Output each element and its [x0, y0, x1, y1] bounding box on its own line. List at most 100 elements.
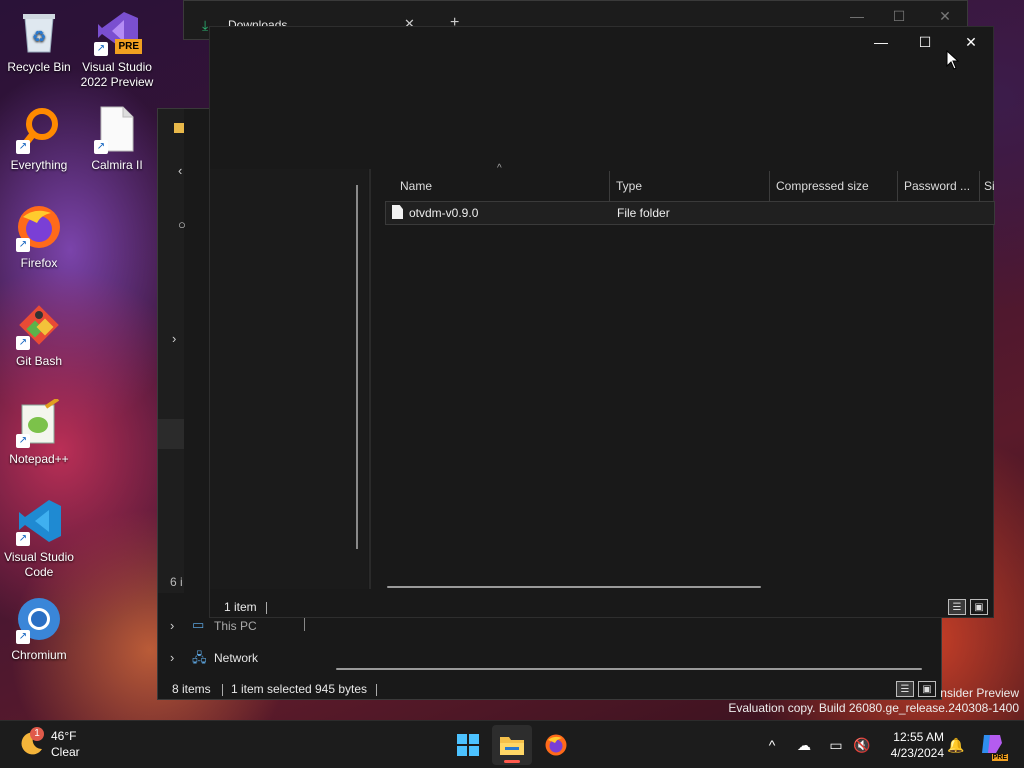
everything-search-icon: ↗ [14, 104, 64, 154]
divider [376, 684, 377, 696]
column-header-compressed-size[interactable]: Compressed size [768, 171, 898, 201]
folder-icon [174, 123, 184, 133]
desktop-icon-git-bash[interactable]: ↗ Git Bash [0, 300, 78, 369]
nav-item-network[interactable]: Network [214, 651, 258, 665]
table-row[interactable]: otvdm-v0.9.0 File folder [385, 201, 995, 225]
desktop-icon-visual-studio-preview[interactable]: PRE ↗ Visual Studio 2022 Preview [78, 6, 156, 90]
desktop-icon-notepad-plus-plus[interactable]: ↗ Notepad++ [0, 398, 78, 467]
show-hidden-icons-chevron-icon[interactable]: ^ [762, 735, 782, 755]
firefox-icon: ↗ [14, 202, 64, 252]
desktop-icon-everything[interactable]: ↗ Everything [0, 104, 78, 173]
nav-item-this-pc[interactable]: This PC [214, 619, 257, 633]
visual-studio-preview-icon: PRE ↗ [92, 6, 142, 56]
expand-chevron-icon[interactable]: › [170, 650, 174, 665]
tiles-view-button[interactable]: ▣ [918, 681, 936, 697]
row-type: File folder [617, 206, 670, 220]
clock-date[interactable]: 4/23/2024 [882, 746, 944, 760]
horizontal-scrollbar[interactable] [387, 586, 761, 588]
tiles-view-button[interactable]: ▣ [970, 599, 988, 615]
column-header-size[interactable]: Si [976, 171, 995, 201]
file-explorer-icon [500, 737, 524, 755]
clock-time[interactable]: 12:55 AM [882, 730, 944, 744]
selected-nav-row [158, 419, 184, 449]
row-name: otvdm-v0.9.0 [409, 206, 479, 220]
weather-badge: 1 [30, 727, 44, 741]
download-icon: ⤓ [202, 17, 209, 33]
status-selected: 1 item selected [231, 682, 312, 696]
network-icon: 🖧 [192, 650, 207, 665]
volume-muted-icon[interactable]: 🔇 [852, 735, 872, 755]
horizontal-scrollbar[interactable] [336, 668, 922, 670]
svg-text:♻: ♻ [32, 29, 46, 46]
sidebar-divider[interactable] [356, 185, 358, 549]
details-view-button[interactable]: ☰ [896, 681, 914, 697]
copilot-button[interactable]: PRE [980, 733, 1008, 761]
weather-widget[interactable]: 1 [18, 727, 48, 759]
desktop-icon-label: Notepad++ [9, 452, 69, 466]
blank-file-icon: ↗ [92, 104, 142, 154]
status-item-count: 8 items [172, 682, 211, 696]
shortcut-arrow-icon: ↗ [94, 140, 108, 154]
desktop-icon-label: Recycle Bin [7, 60, 71, 74]
desktop-icon-label: Calmira II [91, 158, 143, 172]
desktop-icon-firefox[interactable]: ↗ Firefox [0, 202, 78, 271]
maximize-icon[interactable]: ☐ [902, 27, 948, 57]
back-chevron-icon[interactable]: ‹ [178, 163, 182, 178]
expand-chevron-icon[interactable]: › [172, 331, 176, 346]
weather-temp[interactable]: 46°F [51, 729, 76, 743]
shortcut-arrow-icon: ↗ [16, 630, 30, 644]
desktop-icon-recycle-bin[interactable]: ♻ Recycle Bin [0, 6, 78, 75]
desktop-icon-chromium[interactable]: ↗ Chromium [0, 594, 78, 663]
watermark-line1: nsider Preview [940, 686, 1019, 700]
search-icon[interactable]: ○ [178, 217, 186, 232]
partial-item-count: 6 i [170, 575, 183, 589]
shortcut-arrow-icon: ↗ [16, 238, 30, 252]
minimize-icon[interactable]: — [858, 27, 904, 57]
explorer-nav-strip: ‹ ○ › 6 i [158, 109, 186, 593]
mouse-cursor-icon [946, 50, 960, 70]
desktop-icon-label: Everything [10, 158, 68, 172]
onedrive-offline-icon[interactable]: ☁ [794, 735, 814, 755]
expand-chevron-icon[interactable]: › [170, 618, 174, 633]
firefox-icon [545, 734, 567, 756]
shortcut-arrow-icon: ↗ [94, 42, 108, 56]
shortcut-arrow-icon: ↗ [16, 434, 30, 448]
preview-badge: PRE [115, 39, 142, 54]
shortcut-arrow-icon: ↗ [16, 336, 30, 350]
column-header-password[interactable]: Password ... [896, 171, 980, 201]
taskbar-firefox[interactable] [536, 725, 576, 765]
pc-icon: ▭ [192, 617, 205, 632]
status-size: 945 bytes [315, 682, 368, 696]
divider [304, 617, 305, 631]
archive-sidebar [210, 169, 368, 589]
status-item-count: 1 item [224, 600, 257, 614]
start-button[interactable] [448, 725, 488, 765]
taskbar: 1 46°F Clear ^ ☁ ▭ 🔇 12:55 AM 4/23/2024 … [0, 720, 1024, 768]
chromium-icon: ↗ [14, 594, 64, 644]
splitter[interactable] [369, 169, 371, 589]
notification-bell-icon[interactable]: 🔔 [946, 735, 966, 755]
desktop-icon-label: Chromium [11, 648, 67, 662]
shortcut-arrow-icon: ↗ [16, 140, 30, 154]
display-icon[interactable]: ▭ [826, 735, 846, 755]
desktop-icon-calmira[interactable]: ↗ Calmira II [78, 104, 156, 173]
archive-window[interactable]: — ☐ ✕ ^ Name Type Compressed size Passwo… [209, 26, 995, 618]
shortcut-arrow-icon: ↗ [16, 532, 30, 546]
desktop-icon-label: Git Bash [15, 354, 63, 368]
desktop-icon-label: Firefox [20, 256, 58, 270]
desktop-icon-vscode[interactable]: ↗ Visual Studio Code [0, 496, 78, 580]
column-header-name[interactable]: Name [392, 171, 610, 201]
copilot-preview-badge: PRE [991, 754, 1008, 761]
watermark-line2: Evaluation copy. Build 26080.ge_release.… [728, 701, 1019, 715]
taskbar-file-explorer[interactable] [492, 725, 532, 765]
weather-condition[interactable]: Clear [51, 745, 80, 759]
active-indicator [504, 760, 520, 763]
folder-file-icon [392, 205, 403, 219]
column-header-type[interactable]: Type [608, 171, 770, 201]
divider [222, 684, 223, 696]
desktop-icon-label: Visual Studio Code [4, 550, 74, 579]
notepad-plus-plus-icon: ↗ [14, 398, 64, 448]
divider [266, 602, 267, 614]
desktop-icon-label: Visual Studio 2022 Preview [80, 60, 154, 89]
details-view-button[interactable]: ☰ [948, 599, 966, 615]
